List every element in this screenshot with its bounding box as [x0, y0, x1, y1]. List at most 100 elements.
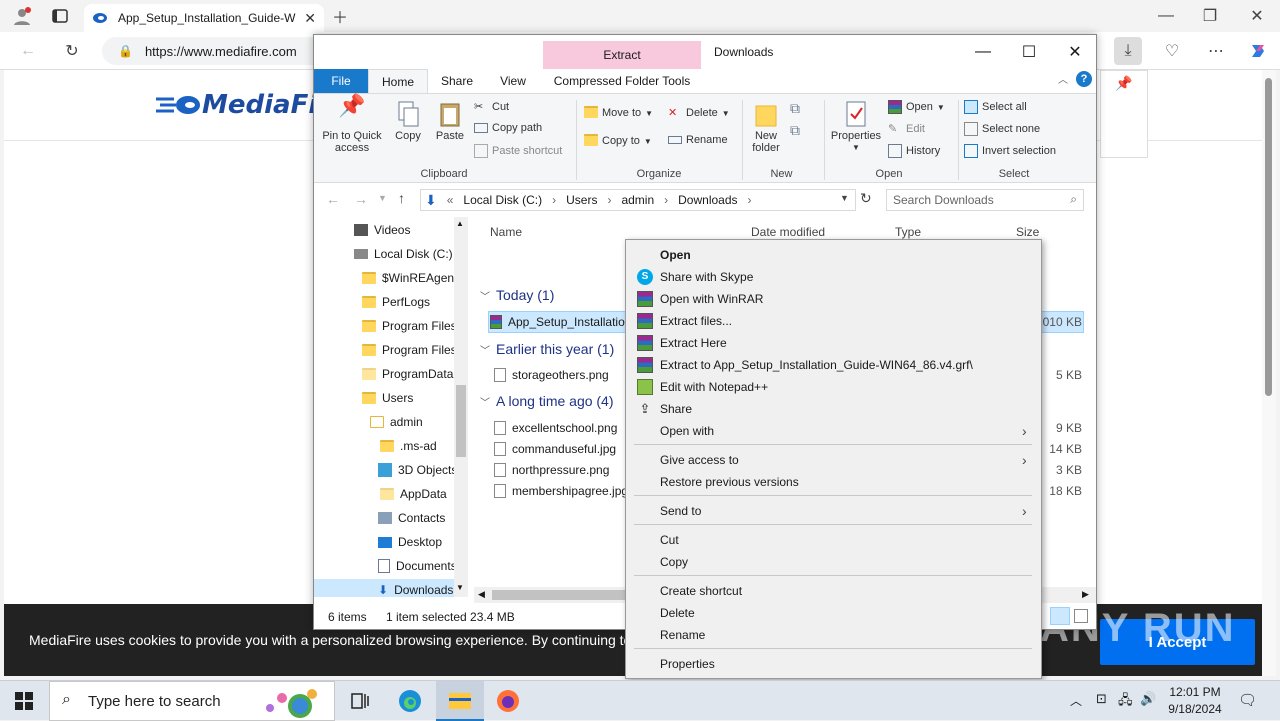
menu-item-open[interactable]: Open [626, 244, 1041, 266]
new-tab-icon[interactable]: ＋ [326, 2, 354, 30]
pin-quick-access-button[interactable]: 📌 Pin to Quick access [320, 95, 384, 155]
page-scroll-thumb[interactable] [1265, 78, 1272, 396]
nav-item-3d-objects[interactable]: 3D Objects [378, 459, 457, 481]
easy-access-icon[interactable]: ⧉ [790, 122, 800, 139]
menu-item-extract-to[interactable]: Extract to App_Setup_Installation_Guide-… [626, 354, 1041, 376]
profile-icon[interactable] [8, 2, 36, 30]
tab-share[interactable]: Share [430, 69, 484, 93]
nav-item-desktop[interactable]: Desktop [378, 531, 442, 553]
select-all-button[interactable]: Select all [964, 100, 1027, 114]
delete-button[interactable]: ✕ Delete ▼ [668, 106, 730, 120]
tab-view[interactable]: View [486, 69, 540, 93]
browser-tab-active[interactable]: App_Setup_Installation_Guide-W ✕ [84, 4, 324, 32]
menu-item-share-skype[interactable]: S Share with Skype [626, 266, 1041, 288]
group-earlier-this-year[interactable]: ﹀ Earlier this year (1) [480, 341, 614, 357]
column-date-modified[interactable]: Date modified [751, 225, 825, 239]
forward-nav-icon[interactable]: → [354, 191, 368, 207]
horizontal-scroll-thumb[interactable] [492, 590, 642, 600]
nav-item-perflogs[interactable]: PerfLogs [362, 291, 430, 313]
file-row[interactable]: northpressure.png [494, 460, 609, 480]
up-nav-icon[interactable]: ↑ [398, 190, 405, 206]
start-button[interactable] [0, 681, 48, 721]
group-today[interactable]: ﹀ Today (1) [480, 287, 554, 303]
new-item-icon[interactable]: ⧉ [790, 100, 800, 117]
close-window-icon[interactable]: ✕ [1052, 37, 1098, 67]
search-downloads-field[interactable]: Search Downloads ⌕ [886, 189, 1084, 211]
file-row[interactable]: App_Setup_Installatio [490, 312, 625, 332]
nav-item-downloads[interactable]: ⬇ Downloads [314, 579, 454, 597]
file-explorer-taskbar-icon[interactable] [436, 681, 484, 721]
scroll-left-icon[interactable]: ◀ [478, 589, 485, 600]
file-row[interactable]: storageothers.png [494, 365, 609, 385]
back-nav-icon[interactable]: ← [326, 191, 340, 207]
move-to-button[interactable]: Move to ▼ [584, 106, 653, 120]
nav-item-videos[interactable]: Videos [354, 219, 410, 241]
paste-shortcut-button[interactable]: Paste shortcut [474, 144, 562, 158]
copy-path-button[interactable]: Copy path [474, 122, 542, 134]
minimize-icon[interactable]: — [960, 37, 1006, 67]
collapse-ribbon-icon[interactable]: ︿ [1058, 71, 1068, 86]
tab-file[interactable]: File [314, 69, 368, 93]
menu-item-edit-notepad[interactable]: Edit with Notepad++ [626, 376, 1041, 398]
edge-taskbar-icon[interactable] [386, 681, 434, 721]
breadcrumb[interactable]: ⬇ « Local Disk (C:) › Users › admin › Downl… [420, 189, 856, 211]
more-options-icon[interactable]: ⋯ [1202, 37, 1230, 65]
browser-essentials-icon[interactable]: ♡ [1158, 37, 1186, 65]
nav-item-ms-ad[interactable]: .ms-ad [380, 435, 437, 457]
recent-locations-icon[interactable]: ▼ [378, 193, 387, 203]
pin-icon[interactable]: 📌 [1115, 75, 1132, 92]
meet-now-icon[interactable]: ⊡ [1096, 691, 1107, 707]
nav-scrollbar[interactable]: ▲ ▼ [454, 217, 468, 597]
scroll-right-icon[interactable]: ▶ [1082, 589, 1089, 600]
refresh-icon[interactable]: ↻ [58, 37, 86, 65]
nav-item-programdata[interactable]: ProgramData [362, 363, 453, 385]
file-row[interactable]: excellentschool.png [494, 418, 617, 438]
rename-button[interactable]: Rename [668, 134, 728, 146]
menu-item-send-to[interactable]: Send to › [626, 500, 1041, 522]
open-button[interactable]: Open ▼ [888, 100, 945, 114]
back-icon[interactable]: ← [14, 37, 42, 65]
nav-item-program-files[interactable]: Program Files [362, 315, 457, 337]
nav-item-users[interactable]: Users [362, 387, 413, 409]
history-button[interactable]: History [888, 144, 940, 158]
menu-item-cut[interactable]: Cut [626, 529, 1041, 551]
volume-icon[interactable]: 🔊 [1140, 691, 1156, 707]
menu-item-create-shortcut[interactable]: Create shortcut [626, 580, 1041, 602]
firefox-taskbar-icon[interactable] [484, 681, 532, 721]
nav-item-contacts[interactable]: Contacts [378, 507, 445, 529]
extract-contextual-tab[interactable]: Extract [543, 41, 701, 69]
copy-button[interactable]: Copy [388, 100, 428, 142]
close-browser-icon[interactable]: ✕ [1243, 2, 1271, 30]
help-icon[interactable]: ? [1076, 71, 1092, 87]
copilot-icon[interactable] [1244, 37, 1272, 65]
system-clock[interactable]: 12:01 PM 9/18/2024 [1160, 684, 1230, 718]
close-tab-icon[interactable]: ✕ [304, 10, 316, 27]
breadcrumb-item[interactable]: Users [566, 193, 597, 207]
breadcrumb-item[interactable]: Local Disk (C:) [463, 193, 542, 207]
network-icon[interactable]: 🖧 [1118, 691, 1133, 713]
copy-to-button[interactable]: Copy to ▼ [584, 134, 652, 148]
downloads-icon[interactable]: ⤓ [1114, 37, 1142, 65]
menu-item-give-access[interactable]: Give access to › [626, 449, 1041, 471]
menu-item-copy[interactable]: Copy [626, 551, 1041, 573]
menu-item-share[interactable]: ⇪ Share [626, 398, 1041, 420]
column-size[interactable]: Size [1016, 225, 1039, 239]
nav-item-documents[interactable]: Documents [378, 555, 457, 577]
paste-button[interactable]: Paste [430, 100, 470, 142]
group-long-time-ago[interactable]: ﹀ A long time ago (4) [480, 393, 614, 409]
column-type[interactable]: Type [895, 225, 921, 239]
edit-button[interactable]: ✎ Edit [888, 122, 925, 136]
menu-item-extract-here[interactable]: Extract Here [626, 332, 1041, 354]
refresh-folder-icon[interactable]: ↻ [860, 190, 872, 207]
minimize-browser-icon[interactable]: — [1152, 2, 1180, 30]
properties-button[interactable]: Properties ▼ [828, 100, 884, 154]
page-scrollbar[interactable] [1262, 70, 1276, 676]
address-dropdown-icon[interactable]: ▼ [840, 193, 849, 203]
show-hidden-icons-icon[interactable]: ︿ [1070, 692, 1082, 709]
menu-item-properties[interactable]: Properties [626, 653, 1041, 675]
details-view-icon[interactable] [1050, 607, 1070, 625]
scroll-up-icon[interactable]: ▲ [456, 219, 464, 228]
taskbar-search-field[interactable]: ⌕ Type here to search [49, 681, 335, 721]
select-none-button[interactable]: Select none [964, 122, 1040, 136]
file-row[interactable]: commanduseful.jpg [494, 439, 616, 459]
